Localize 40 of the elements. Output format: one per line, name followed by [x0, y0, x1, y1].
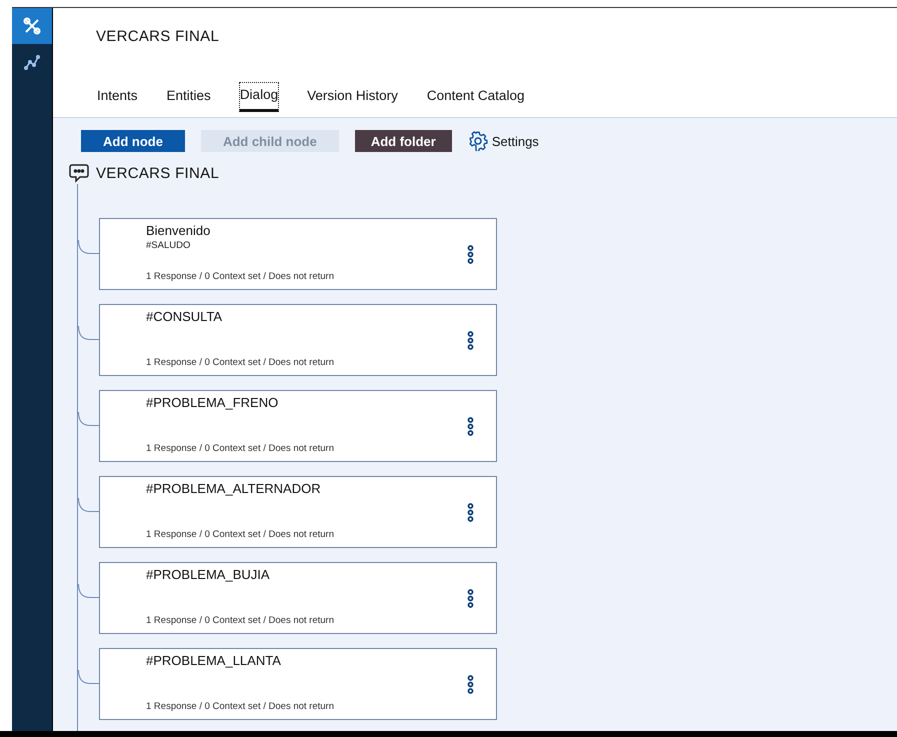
- node-title: #CONSULTA: [146, 309, 224, 325]
- add-folder-button[interactable]: Add folder: [354, 130, 452, 152]
- node-title: #PROBLEMA_BUJIA: [146, 567, 271, 583]
- tab[interactable]: Version History: [306, 82, 399, 112]
- tab[interactable]: Entities: [166, 82, 212, 112]
- node-summary: 1 Response / 0 Context set / Does not return: [146, 701, 334, 712]
- tab[interactable]: Dialog: [238, 82, 280, 112]
- settings-button[interactable]: Settings: [468, 131, 539, 151]
- dialog-node-card[interactable]: #PROBLEMA_ALTERNADOR 1 Response / 0 Context set / Does not return: [99, 476, 497, 548]
- overflow-menu-icon[interactable]: [467, 589, 474, 608]
- node-title: #PROBLEMA_FRENO: [146, 395, 280, 411]
- overflow-menu-icon[interactable]: [467, 503, 474, 522]
- add-node-button[interactable]: Add node: [81, 130, 185, 152]
- dialog-node-card[interactable]: #PROBLEMA_LLANTA 1 Response / 0 Context set / Does not return: [99, 648, 497, 720]
- node-summary: 1 Response / 0 Context set / Does not return: [146, 615, 334, 626]
- tab[interactable]: Intents: [96, 82, 139, 112]
- dialog-node-card[interactable]: Bienvenido #SALUDO 1 Response / 0 Context set / Does not return: [99, 218, 497, 290]
- dialog-node-card[interactable]: #PROBLEMA_BUJIA 1 Response / 0 Context set / Does not return: [99, 562, 497, 634]
- overflow-menu-icon[interactable]: [467, 675, 474, 694]
- sidebar-item[interactable]: [12, 8, 52, 44]
- overflow-menu-icon[interactable]: [467, 331, 474, 350]
- dialog-node-card[interactable]: #CONSULTA 1 Response / 0 Context set / Does not return: [99, 304, 497, 376]
- chat-bubble-icon: [68, 162, 90, 184]
- node-title: #PROBLEMA_LLANTA: [146, 653, 282, 669]
- overflow-menu-icon[interactable]: [467, 417, 474, 436]
- node-summary: 1 Response / 0 Context set / Does not return: [146, 271, 334, 282]
- node-title: Bienvenido: [146, 223, 212, 239]
- node-summary: 1 Response / 0 Context set / Does not return: [146, 443, 334, 454]
- node-summary: 1 Response / 0 Context set / Does not return: [146, 529, 334, 540]
- dialog-node-card[interactable]: #PROBLEMA_FRENO 1 Response / 0 Context set / Does not return: [99, 390, 497, 462]
- node-title: #PROBLEMA_ALTERNADOR: [146, 481, 322, 497]
- overflow-menu-icon[interactable]: [467, 245, 474, 264]
- gear-icon: [468, 131, 488, 151]
- tab[interactable]: Content Catalog: [426, 82, 526, 112]
- node-condition: #SALUDO: [146, 240, 192, 251]
- dialog-root-title: VERCARS FINAL: [96, 164, 220, 182]
- tools-icon: [23, 17, 41, 35]
- node-summary: 1 Response / 0 Context set / Does not return: [146, 357, 334, 368]
- line-chart-icon: [24, 54, 40, 70]
- skill-title: VERCARS FINAL: [96, 28, 220, 45]
